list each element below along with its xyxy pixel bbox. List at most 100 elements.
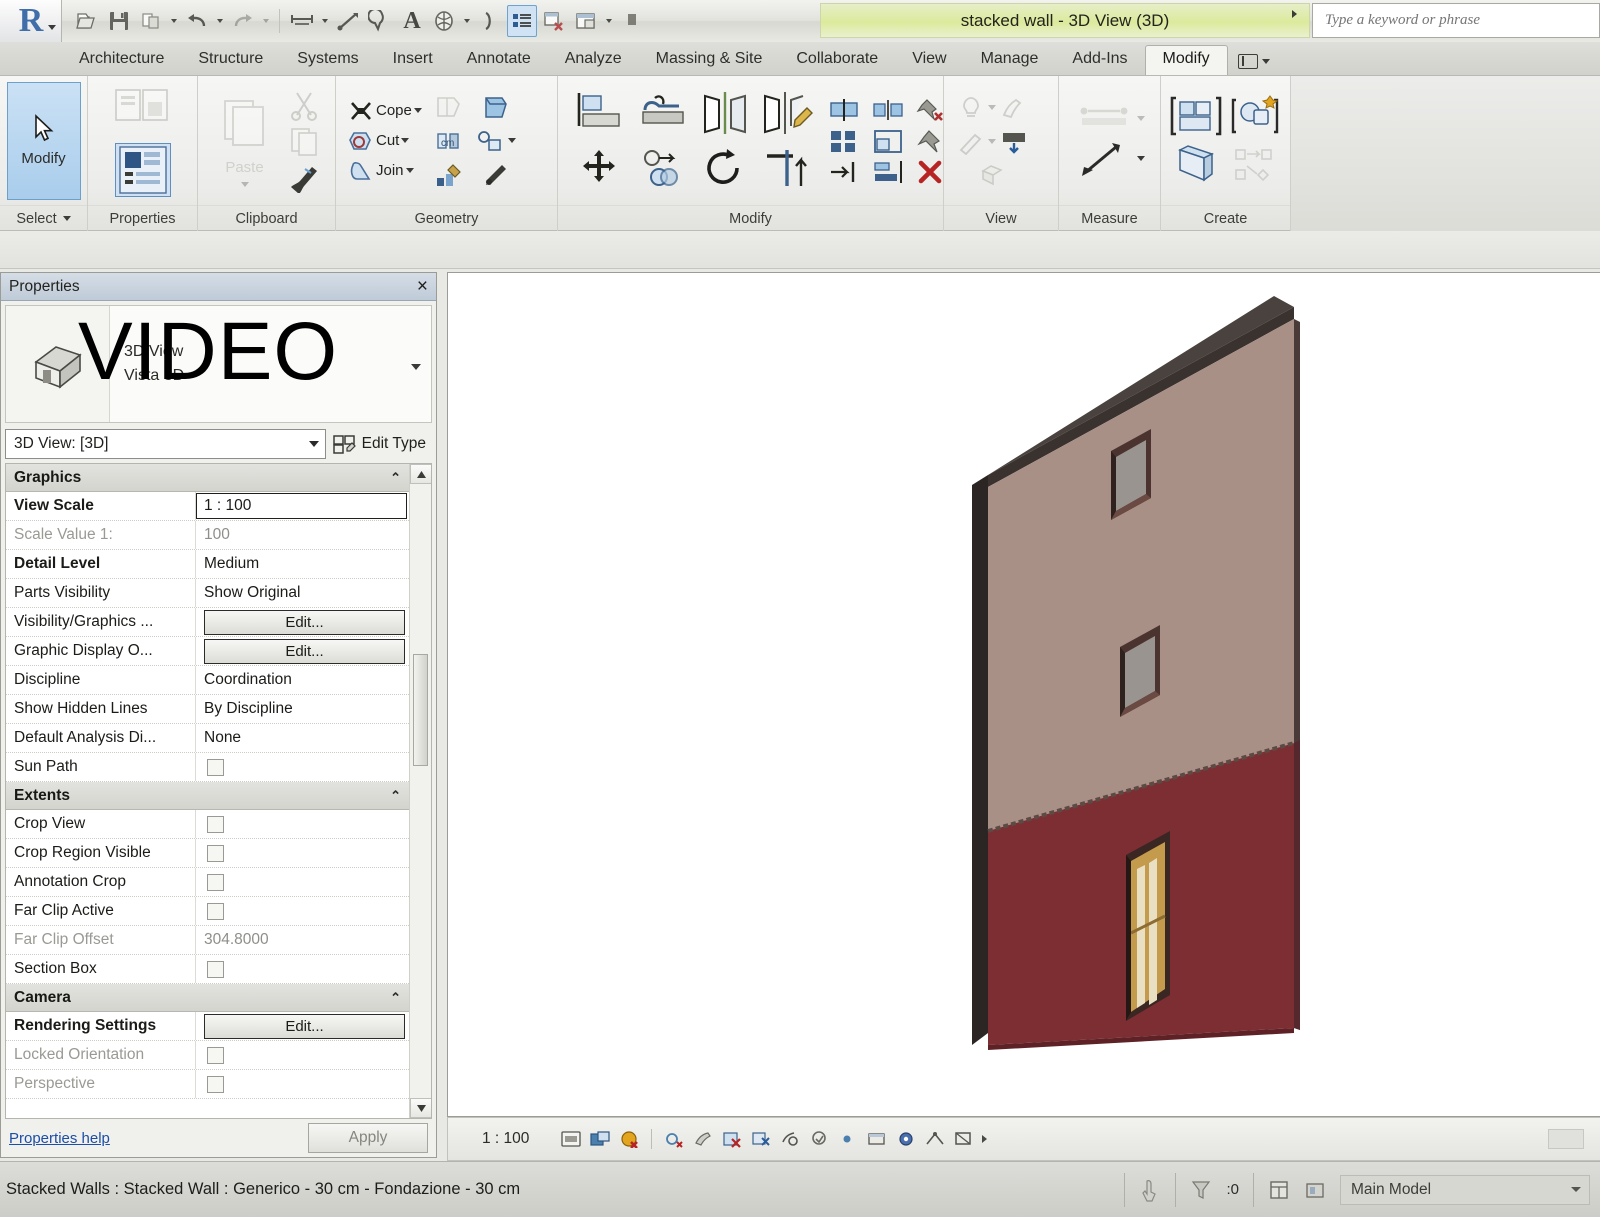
filter-icon[interactable] — [1190, 1179, 1212, 1201]
scale-icon[interactable] — [560, 1128, 582, 1150]
create-group-icon[interactable] — [1169, 93, 1223, 139]
type-selector-preview[interactable]: 3D View Vista 3D — [5, 305, 432, 423]
collapse-chevron-icon[interactable]: ⌃ — [390, 788, 401, 804]
property-value[interactable]: None — [196, 724, 409, 752]
view-bar-overflow-icon[interactable] — [982, 1135, 988, 1143]
unpin-icon[interactable] — [914, 96, 946, 124]
rendering-dialog-icon[interactable] — [721, 1128, 743, 1150]
property-row[interactable]: Detail Level Medium — [6, 550, 409, 579]
open-icon[interactable] — [72, 5, 102, 37]
sun-path-icon[interactable] — [663, 1128, 685, 1150]
align-modify-icon[interactable] — [870, 158, 906, 186]
move-to-icon[interactable] — [826, 158, 862, 186]
property-row[interactable]: Scale Value 1: 100 — [6, 521, 409, 550]
measure-along-element-icon[interactable] — [1075, 139, 1135, 179]
property-value[interactable]: Edit... — [196, 1012, 409, 1040]
crop-region-icon[interactable] — [779, 1128, 801, 1150]
ribbon-display-options[interactable] — [1237, 54, 1270, 75]
property-value[interactable] — [196, 810, 409, 838]
edit-type-button[interactable]: Edit Type — [332, 433, 432, 455]
property-row[interactable]: Rendering Settings Edit... — [6, 1012, 409, 1041]
chevron-down-icon[interactable] — [401, 138, 410, 143]
property-row[interactable]: Locked Orientation — [6, 1041, 409, 1070]
property-value[interactable]: Edit... — [196, 637, 409, 665]
checkbox[interactable] — [207, 960, 224, 978]
shadows-icon[interactable] — [692, 1128, 714, 1150]
tab-insert[interactable]: Insert — [376, 46, 450, 75]
application-menu-button[interactable]: R — [0, 0, 62, 42]
checkbox[interactable] — [207, 1075, 224, 1093]
tab-architecture[interactable]: Architecture — [62, 46, 181, 75]
paint-icon[interactable] — [432, 161, 464, 189]
property-row[interactable]: Default Analysis Di... None — [6, 724, 409, 753]
property-value[interactable]: Coordination — [196, 666, 409, 694]
demolish-icon[interactable]: cm — [432, 127, 464, 155]
tab-view[interactable]: View — [895, 46, 963, 75]
match-type-icon[interactable] — [286, 160, 322, 194]
cope-row[interactable]: Cope — [348, 99, 422, 123]
properties-help-link[interactable]: Properties help — [9, 1130, 110, 1147]
property-value[interactable] — [196, 753, 409, 781]
save-icon[interactable] — [104, 5, 134, 37]
split-element-icon[interactable] — [474, 127, 506, 155]
visual-style-icon[interactable] — [618, 1128, 640, 1150]
property-row[interactable]: View Scale 1 : 100 — [6, 492, 409, 521]
property-section-header[interactable]: Graphics ⌃ — [6, 464, 409, 492]
property-row[interactable]: Graphic Display O... Edit... — [6, 637, 409, 666]
properties-palette-button[interactable] — [114, 142, 171, 197]
join-row[interactable]: Join — [348, 159, 422, 183]
tab-systems[interactable]: Systems — [280, 46, 375, 75]
text-icon[interactable]: A — [397, 5, 427, 37]
property-row[interactable]: Perspective — [6, 1070, 409, 1099]
aligned-dimension-icon[interactable] — [333, 5, 363, 37]
chevron-down-icon[interactable] — [1136, 156, 1145, 161]
property-value-input[interactable]: 1 : 100 — [196, 493, 407, 519]
modify-tool-button[interactable]: Modify — [6, 81, 81, 200]
search-input[interactable] — [1323, 11, 1599, 30]
tab-structure[interactable]: Structure — [181, 46, 280, 75]
apply-button[interactable]: Apply — [308, 1123, 428, 1153]
property-row[interactable]: Annotation Crop — [6, 868, 409, 897]
property-section-header[interactable]: Extents ⌃ — [6, 782, 409, 810]
collapse-chevron-icon[interactable]: ⌃ — [390, 470, 401, 486]
property-value[interactable]: Edit... — [196, 608, 409, 636]
tab-collaborate[interactable]: Collaborate — [779, 46, 895, 75]
worksets-selector[interactable]: Main Model — [1340, 1174, 1590, 1205]
checkbox[interactable] — [207, 815, 224, 833]
mirror-draw-axis-icon[interactable] — [758, 89, 816, 141]
checkbox[interactable] — [207, 1046, 224, 1064]
properties-scrollbar[interactable] — [409, 464, 431, 1118]
measure-tool-icon[interactable] — [474, 161, 516, 189]
property-row[interactable]: Parts Visibility Show Original — [6, 579, 409, 608]
split-with-gap-icon[interactable] — [870, 96, 906, 124]
customize-qat-icon[interactable] — [617, 5, 647, 37]
edit-button[interactable]: Edit... — [204, 609, 405, 635]
mirror-pick-axis-icon[interactable] — [696, 89, 754, 141]
temporary-hide-isolate-icon[interactable] — [837, 1128, 859, 1150]
scroll-down-icon[interactable] — [410, 1098, 431, 1118]
checkbox[interactable] — [207, 873, 224, 891]
tab-manage[interactable]: Manage — [964, 46, 1056, 75]
chevron-down-icon[interactable] — [413, 108, 422, 113]
property-row[interactable]: Discipline Coordination — [6, 666, 409, 695]
property-row[interactable]: Far Clip Offset 304.8000 — [6, 926, 409, 955]
chevron-down-icon[interactable] — [322, 19, 328, 23]
type-selector-combobox[interactable]: 3D View: [3D] — [5, 429, 326, 459]
close-hidden-windows-icon[interactable] — [539, 5, 569, 37]
thin-lines-icon[interactable] — [507, 5, 537, 37]
chevron-down-icon[interactable] — [464, 19, 470, 23]
drawing-canvas[interactable] — [447, 272, 1600, 1117]
worksets-icon[interactable] — [1268, 1179, 1290, 1201]
move-icon[interactable] — [572, 145, 630, 193]
edit-button[interactable]: Edit... — [204, 638, 405, 664]
undo-icon[interactable] — [182, 5, 212, 37]
wall-joins-icon[interactable] — [474, 93, 516, 121]
pin-icon[interactable] — [914, 127, 946, 155]
view-scale-indicator[interactable]: 1 : 100 — [482, 1130, 529, 1148]
crop-view-icon[interactable] — [750, 1128, 772, 1150]
property-value[interactable] — [196, 897, 409, 925]
scale-modify-icon[interactable] — [870, 127, 906, 155]
default-3d-view-icon[interactable] — [429, 5, 459, 37]
tab-massing-and-site[interactable]: Massing & Site — [639, 46, 780, 75]
property-row[interactable]: Show Hidden Lines By Discipline — [6, 695, 409, 724]
